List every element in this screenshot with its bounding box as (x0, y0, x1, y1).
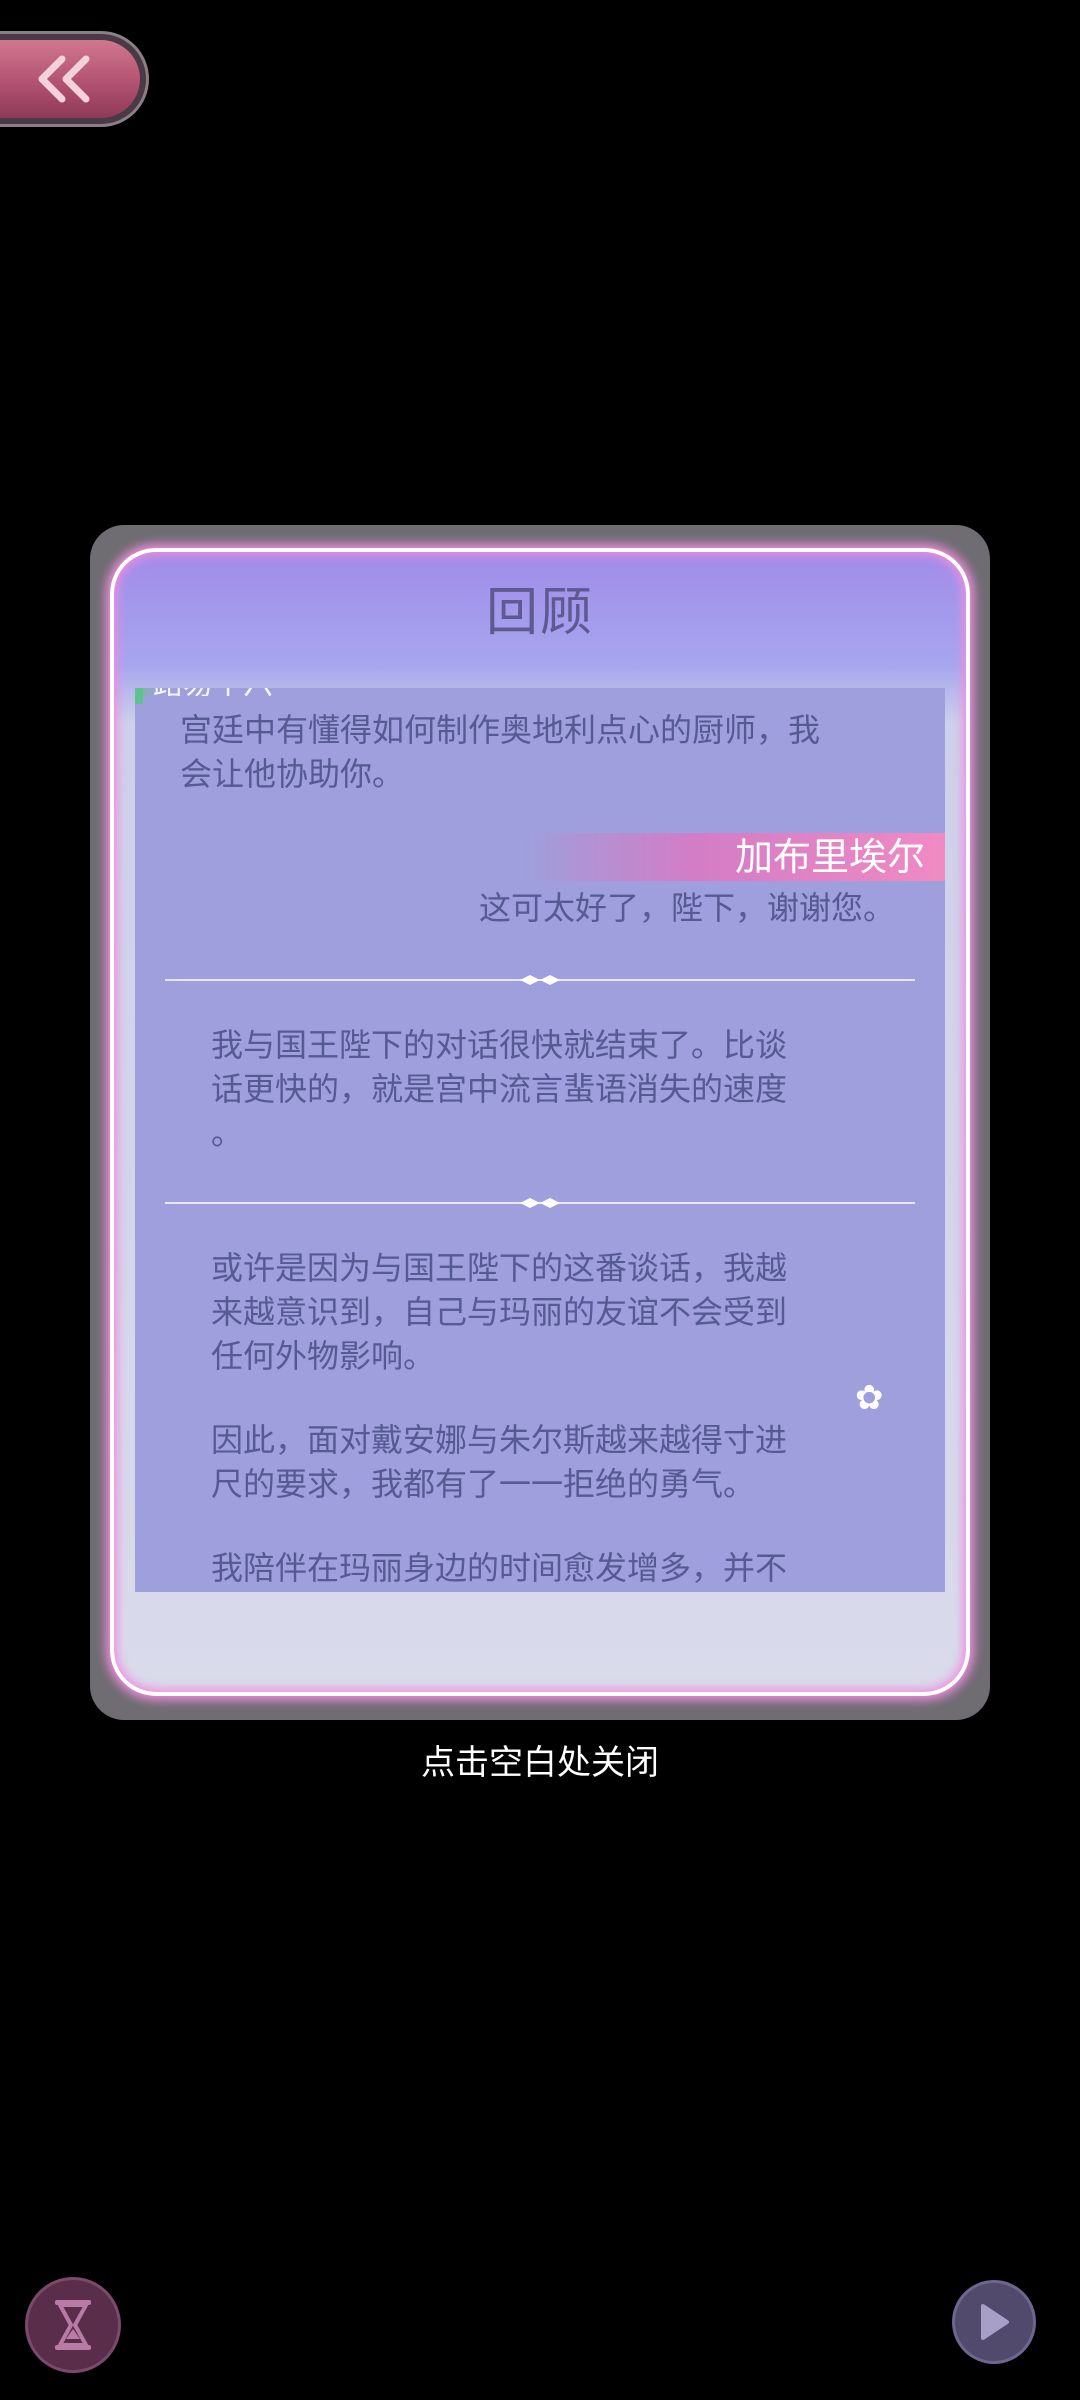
narration-block: 或许是因为与国王陛下的这番谈话，我越 来越意识到，自己与玛丽的友谊不会受到 任何… (211, 1246, 787, 1378)
narration-text: 。 (211, 1114, 244, 1152)
review-log-panel[interactable]: 路易十六 宫廷中有懂得如何制作奥地利点心的厨师，我 会让他协助你。 加布里埃尔 … (135, 688, 945, 1592)
divider (165, 975, 915, 985)
hourglass-icon (55, 2300, 91, 2350)
dialogue-text: 宫廷中有懂得如何制作奥地利点心的厨师，我 (180, 711, 821, 749)
close-hint[interactable]: 点击空白处关闭 (0, 1735, 1080, 1784)
narration-text: 我与国王陛下的对话很快就结束了。比谈 (211, 1026, 788, 1064)
narration-text: 任何外物影响。 (211, 1337, 436, 1375)
narration-block: 因此，面对戴安娜与朱尔斯越来越得寸进 尺的要求，我都有了一一拒绝的勇气。 (211, 1418, 787, 1506)
speaker-name-tag: 加布里埃尔 (525, 833, 945, 881)
narration-block: 我与国王陛下的对话很快就结束了。比谈 话更快的，就是宫中流言蜚语消失的速度 。 (211, 1023, 787, 1155)
auto-play-button[interactable] (28, 2280, 118, 2370)
narration-text: 来越意识到，自己与玛丽的友谊不会受到 (211, 1293, 788, 1331)
dialogue-reply: 这可太好了，陛下，谢谢您。 (478, 889, 895, 927)
speaker-name-partial: 路易十六 (135, 688, 393, 696)
narration-block: 我陪伴在玛丽身边的时间愈发增多，并不 (211, 1549, 788, 1587)
play-icon (981, 2304, 1009, 2340)
narration-text: 或许是因为与国王陛下的这番谈话，我越 (211, 1249, 788, 1287)
narration-text: 尺的要求，我都有了一一拒绝的勇气。 (211, 1465, 756, 1503)
speaker-name-text: 路易十六 (153, 688, 273, 696)
speaker-tag-bar (135, 688, 143, 704)
narration-text: 话更快的，就是宫中流言蜚语消失的速度 (211, 1070, 788, 1108)
dialog-title: 回顾 (485, 583, 594, 643)
divider (165, 1198, 915, 1208)
next-button[interactable] (955, 2283, 1033, 2361)
dialogue-text: 会让他协助你。 (180, 755, 405, 793)
flower-icon: ✿ (855, 1378, 884, 1418)
narration-text: 因此，面对戴安娜与朱尔斯越来越得寸进 (211, 1421, 788, 1459)
dialogue-line: 宫廷中有懂得如何制作奥地利点心的厨师，我 会让他协助你。 (180, 708, 820, 796)
back-button[interactable] (0, 40, 140, 118)
double-chevron-left-icon (38, 55, 90, 103)
